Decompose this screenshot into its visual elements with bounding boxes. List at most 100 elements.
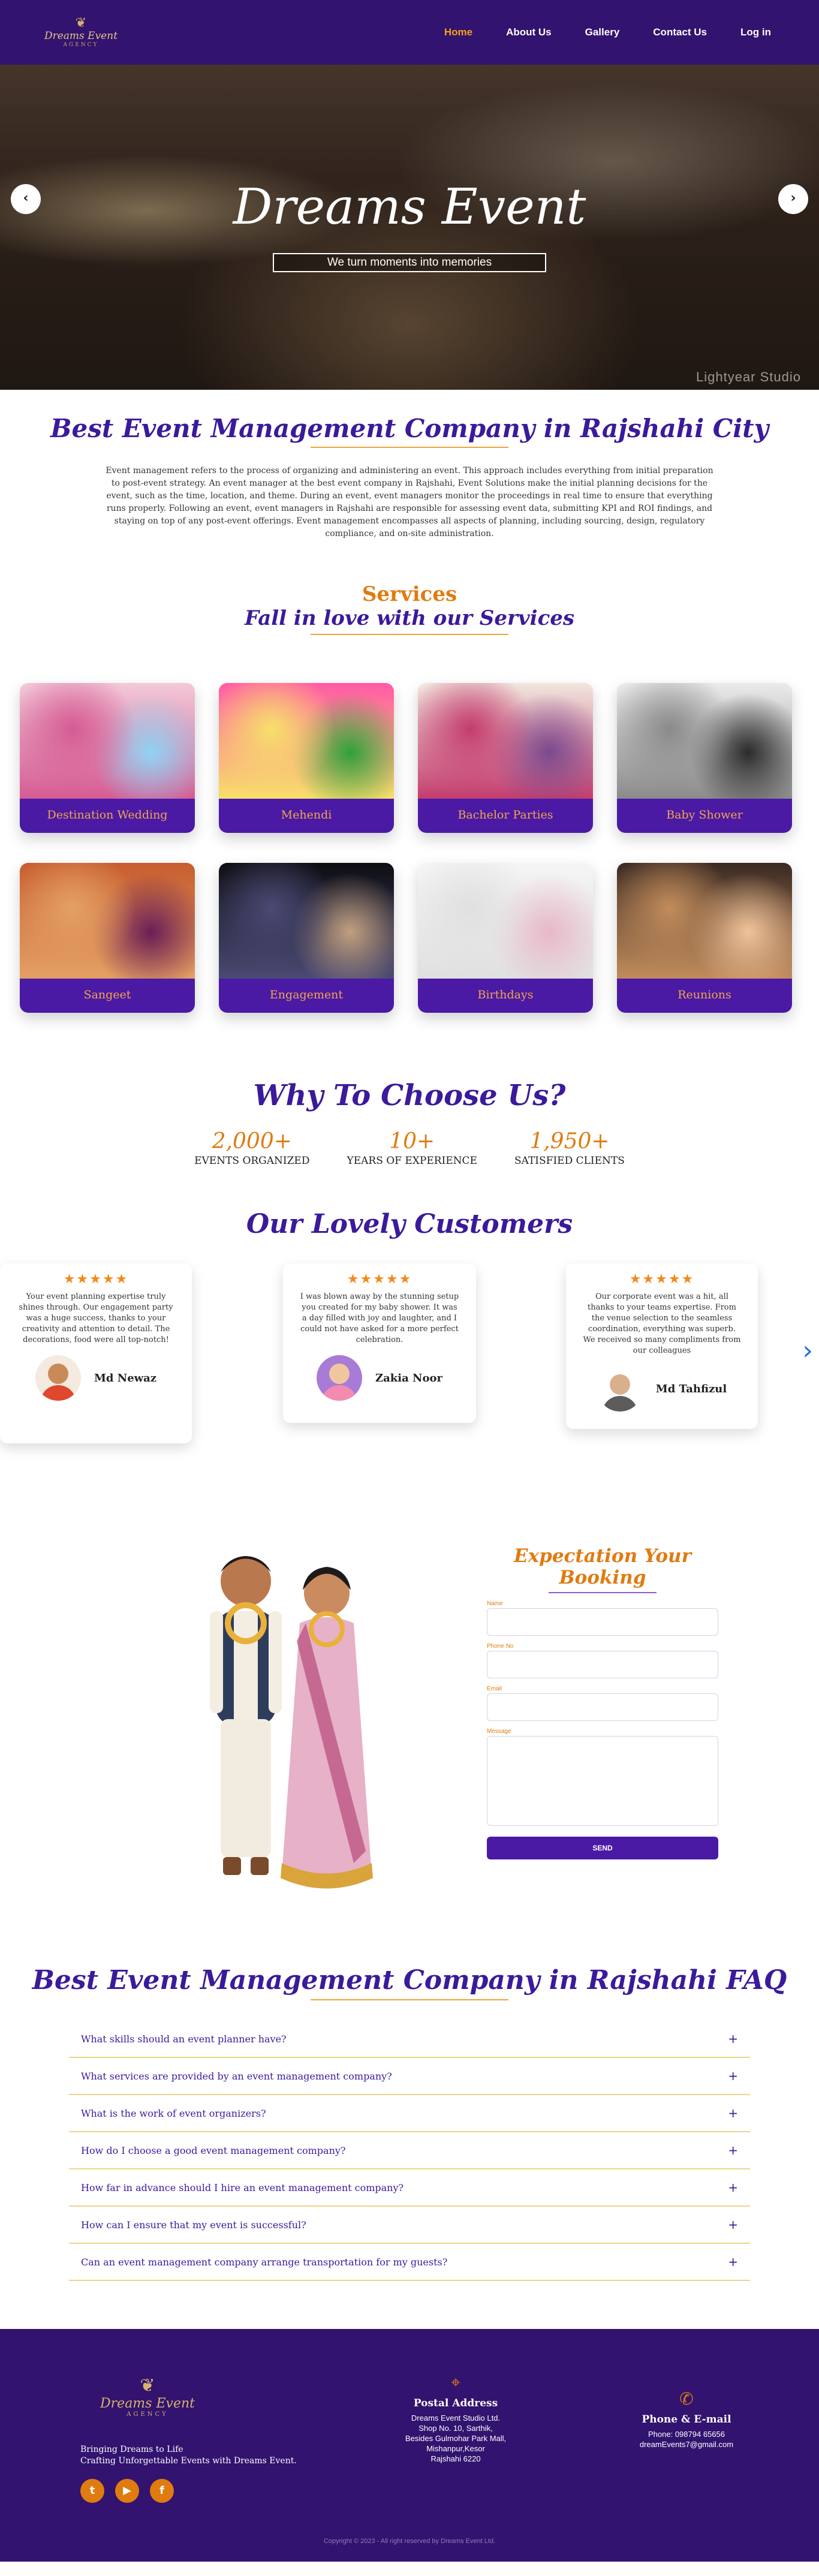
testimonial-card: ★★★★★ Your event planning expertise trul…: [0, 1263, 192, 1443]
expand-plus-icon[interactable]: +: [728, 2143, 738, 2157]
logo-crest-icon: ❦: [75, 16, 87, 31]
address-line: Besides Gulmohar Park Mall,: [405, 2434, 507, 2443]
service-card[interactable]: Engagement: [219, 863, 394, 1013]
name-field: Name: [487, 1600, 718, 1636]
rating-stars: ★★★★★: [629, 1272, 695, 1287]
faq-item[interactable]: How can I ensure that my event is succes…: [69, 2207, 750, 2244]
faq-question: What services are provided by an event m…: [81, 2070, 392, 2082]
intro-title: Best Event Management Company in Rajshah…: [50, 414, 769, 443]
service-card[interactable]: Reunions: [617, 863, 792, 1013]
service-card[interactable]: Mehendi: [219, 683, 394, 833]
service-card[interactable]: Destination Wedding: [20, 683, 195, 833]
message-textarea[interactable]: [487, 1736, 718, 1826]
service-image: [617, 683, 792, 799]
contact-email[interactable]: dreamEvents7@gmail.com: [640, 2440, 733, 2449]
customers-section: Our Lovely Customers ‹ ★★★★★ Your event …: [0, 1209, 819, 1491]
expand-plus-icon[interactable]: +: [728, 2180, 738, 2195]
service-image: [418, 863, 593, 979]
testimonial-card: ★★★★★ I was blown away by the stunning s…: [283, 1263, 476, 1423]
nav-menu: Home About Us Gallery Contact Us Log in: [444, 26, 771, 38]
copyright: Copyright © 2023 - All right reserved by…: [323, 2538, 496, 2545]
testimonial-author: Zakia Noor: [299, 1355, 460, 1401]
logo-name: Dreams Event: [44, 30, 118, 42]
nav-contact-us[interactable]: Contact Us: [653, 26, 707, 38]
nav-log-in[interactable]: Log in: [740, 26, 771, 38]
stat-label: YEARS OF EXPERIENCE: [347, 1155, 477, 1167]
testimonial-text: Your event planning expertise truly shin…: [19, 1292, 173, 1344]
email-field: Email: [487, 1686, 718, 1721]
footer-logo-crest-icon: ❦: [140, 2375, 155, 2396]
intro-section: Best Event Management Company in Rajshah…: [0, 390, 819, 540]
testimonial-carousel: ‹ ★★★★★ Your event planning expertise tr…: [0, 1263, 819, 1491]
avatar: [35, 1355, 81, 1401]
youtube-icon[interactable]: ▶: [115, 2479, 139, 2503]
facebook-icon[interactable]: f: [150, 2479, 174, 2503]
faq-title: Best Event Management Company in Rajshah…: [32, 1965, 787, 1996]
tagline-line-1: Bringing Dreams to Life: [80, 2445, 183, 2454]
services-heading: Services: [362, 582, 457, 606]
expand-plus-icon[interactable]: +: [728, 2032, 738, 2046]
service-label: Engagement: [219, 979, 394, 1013]
brand-logo[interactable]: ❦ Dreams Event AGENCY: [36, 11, 126, 53]
message-label: Message: [487, 1728, 511, 1735]
faq-question: What is the work of event organizers?: [81, 2107, 266, 2119]
faq-item[interactable]: What is the work of event organizers? +: [69, 2095, 750, 2132]
footer-logo[interactable]: ❦ Dreams Event AGENCY: [94, 2366, 201, 2426]
service-image: [418, 683, 593, 799]
social-links: t ▶ f: [80, 2479, 174, 2503]
stats-row: 2,000+ EVENTS ORGANIZED 10+ YEARS OF EXP…: [0, 1129, 819, 1167]
testimonial-text: I was blown away by the stunning setup y…: [300, 1292, 459, 1344]
logo-sub: AGENCY: [63, 42, 99, 48]
expand-plus-icon[interactable]: +: [728, 2069, 738, 2083]
send-button[interactable]: SEND: [487, 1837, 718, 1859]
service-label: Bachelor Parties: [418, 799, 593, 833]
testimonial-next-button[interactable]: ›: [802, 1335, 813, 1366]
testimonial-text: Our corporate event was a hit, all thank…: [583, 1292, 741, 1355]
email-input[interactable]: [487, 1693, 718, 1721]
faq-underline: [311, 1999, 508, 2000]
service-label: Mehendi: [219, 799, 394, 833]
footer-tagline: Bringing Dreams to Life Crafting Unforge…: [80, 2444, 297, 2467]
faq-item[interactable]: How far in advance should I hire an even…: [69, 2169, 750, 2207]
nav-home[interactable]: Home: [444, 26, 472, 38]
why-title: Why To Choose Us?: [253, 1079, 566, 1112]
footer-logo-sub: AGENCY: [127, 2411, 168, 2418]
postal-address-title: Postal Address: [413, 2397, 498, 2409]
service-card[interactable]: Bachelor Parties: [418, 683, 593, 833]
nav-about-us[interactable]: About Us: [506, 26, 552, 38]
phone-input[interactable]: [487, 1651, 718, 1678]
author-name: Md Tahfizul: [655, 1382, 727, 1395]
expand-plus-icon[interactable]: +: [728, 2106, 738, 2120]
faq-item[interactable]: How do I choose a good event management …: [69, 2132, 750, 2169]
stat-clients: 1,950+ SATISFIED CLIENTS: [514, 1129, 625, 1167]
service-card[interactable]: Sangeet: [20, 863, 195, 1013]
faq-question: What skills should an event planner have…: [81, 2033, 287, 2045]
name-label: Name: [487, 1600, 503, 1607]
name-input[interactable]: [487, 1608, 718, 1636]
faq-item[interactable]: What skills should an event planner have…: [69, 2021, 750, 2058]
stat-number: 10+: [389, 1129, 435, 1154]
contact-title: Phone & E-mail: [642, 2414, 731, 2425]
service-card[interactable]: Birthdays: [418, 863, 593, 1013]
address-line: Shop No. 10, Sarthik,: [418, 2424, 493, 2433]
message-field: Message: [487, 1728, 718, 1826]
booking-underline: [549, 1592, 657, 1593]
nav-gallery[interactable]: Gallery: [585, 26, 620, 38]
faq-question: How can I ensure that my event is succes…: [81, 2219, 306, 2231]
carousel-prev-button[interactable]: ‹: [11, 184, 41, 214]
hero-subtitle: We turn moments into memories: [273, 253, 546, 272]
expand-plus-icon[interactable]: +: [728, 2217, 738, 2232]
avatar: [597, 1366, 643, 1412]
customers-title: Our Lovely Customers: [246, 1209, 573, 1239]
faq-item[interactable]: What services are provided by an event m…: [69, 2058, 750, 2095]
service-image: [20, 683, 195, 799]
service-label: Sangeet: [20, 979, 195, 1013]
expand-plus-icon[interactable]: +: [728, 2255, 738, 2269]
contact-phone[interactable]: Phone: 098794 65656: [648, 2430, 725, 2439]
stat-label: SATISFIED CLIENTS: [514, 1155, 625, 1167]
twitter-icon[interactable]: t: [80, 2479, 104, 2503]
faq-item[interactable]: Can an event management company arrange …: [69, 2244, 750, 2281]
service-card[interactable]: Baby Shower: [617, 683, 792, 833]
carousel-next-button[interactable]: ›: [778, 184, 808, 214]
faq-list: What skills should an event planner have…: [69, 2021, 750, 2281]
